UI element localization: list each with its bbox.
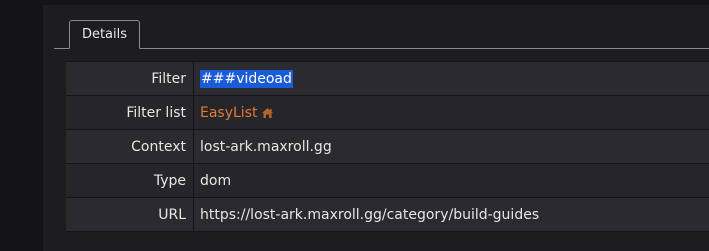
tab-details[interactable]: Details [69,20,140,49]
table-row-filter-list: Filter list EasyList [66,95,709,130]
details-table: Filter ###videoad Filter list EasyList C… [66,61,709,232]
url-label: URL [66,197,194,232]
filter-list-link[interactable]: EasyList [200,105,257,121]
filter-value[interactable]: ###videoad [200,69,293,88]
type-value: dom [193,163,709,198]
tab-strip: Details [54,20,709,49]
context-value: lost-ark.maxroll.gg [193,129,709,164]
filter-list-value-cell: EasyList [193,95,709,130]
table-row-url: URL https://lost-ark.maxroll.gg/category… [66,197,709,232]
type-label: Type [66,163,194,198]
table-row-filter: Filter ###videoad [66,61,709,96]
table-row-type: Type dom [66,163,709,198]
url-value: https://lost-ark.maxroll.gg/category/bui… [193,197,709,232]
filter-label: Filter [66,61,194,96]
home-icon[interactable] [261,107,274,119]
context-label: Context [66,129,194,164]
filter-value-cell: ###videoad [193,61,709,96]
filter-list-label: Filter list [66,95,194,130]
table-row-context: Context lost-ark.maxroll.gg [66,129,709,164]
